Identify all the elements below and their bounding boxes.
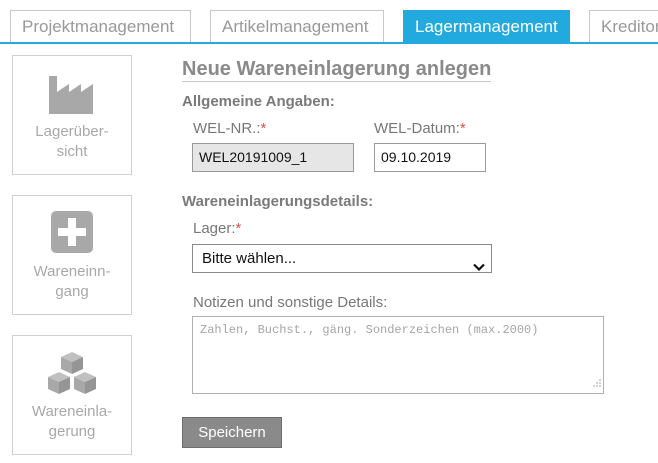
sidebar-item-wareneinlagerung[interactable]: Wareneinla- gerung <box>12 335 132 455</box>
tab-projektmanagement[interactable]: Projektmanagement <box>10 10 191 43</box>
sidebar-item-label: Lagerüber- sicht <box>35 123 109 160</box>
lager-select-value: Bitte wählen... <box>202 250 297 267</box>
page-title: Neue Wareneinlagerung anlegen <box>182 58 492 82</box>
resize-grip-icon[interactable] <box>593 377 601 391</box>
wel-date-field[interactable]: 09.10.2019 <box>374 143 486 172</box>
boxes-icon <box>13 350 131 396</box>
required-marker: * <box>459 120 466 137</box>
wel-date-label: WEL-Datum:* <box>374 120 466 137</box>
required-marker: * <box>235 220 242 237</box>
factory-icon <box>13 70 131 116</box>
save-button[interactable]: Speichern <box>182 417 282 448</box>
notes-label: Notizen und sonstige Details: <box>193 294 388 311</box>
section-heading-general: Allgemeine Angaben: <box>182 93 335 110</box>
lager-label: Lager:* <box>193 220 242 237</box>
notes-placeholder: Zahlen, Buchst., gäng. Sonderzeichen (ma… <box>200 323 539 337</box>
chevron-down-icon <box>473 254 485 281</box>
required-marker: * <box>260 120 267 137</box>
tabs-divider <box>0 42 658 44</box>
wel-nr-field: WEL20191009_1 <box>192 143 354 172</box>
sidebar-item-wareneingang[interactable]: Wareneinn- gang <box>12 195 132 315</box>
notes-textarea[interactable]: Zahlen, Buchst., gäng. Sonderzeichen (ma… <box>192 316 604 394</box>
tab-lagermanagement[interactable]: Lagermanagement <box>403 10 570 43</box>
section-heading-details: Wareneinlagerungsdetails: <box>182 193 374 210</box>
sidebar-item-label: Wareneinn- gang <box>33 263 111 300</box>
main-tabs: Projektmanagement Artikelmanagement Lage… <box>0 0 658 44</box>
tab-artikelmanagement[interactable]: Artikelmanagement <box>210 10 384 43</box>
wel-nr-label: WEL-NR.:* <box>193 120 267 137</box>
sidebar-item-label: Wareneinla- gerung <box>31 403 113 440</box>
lager-select[interactable]: Bitte wählen... <box>192 244 492 273</box>
tab-kreditoren[interactable]: Kreditoren <box>589 10 658 43</box>
sidebar-item-lageruebersicht[interactable]: Lagerüber- sicht <box>12 55 132 175</box>
plus-icon <box>13 210 131 256</box>
